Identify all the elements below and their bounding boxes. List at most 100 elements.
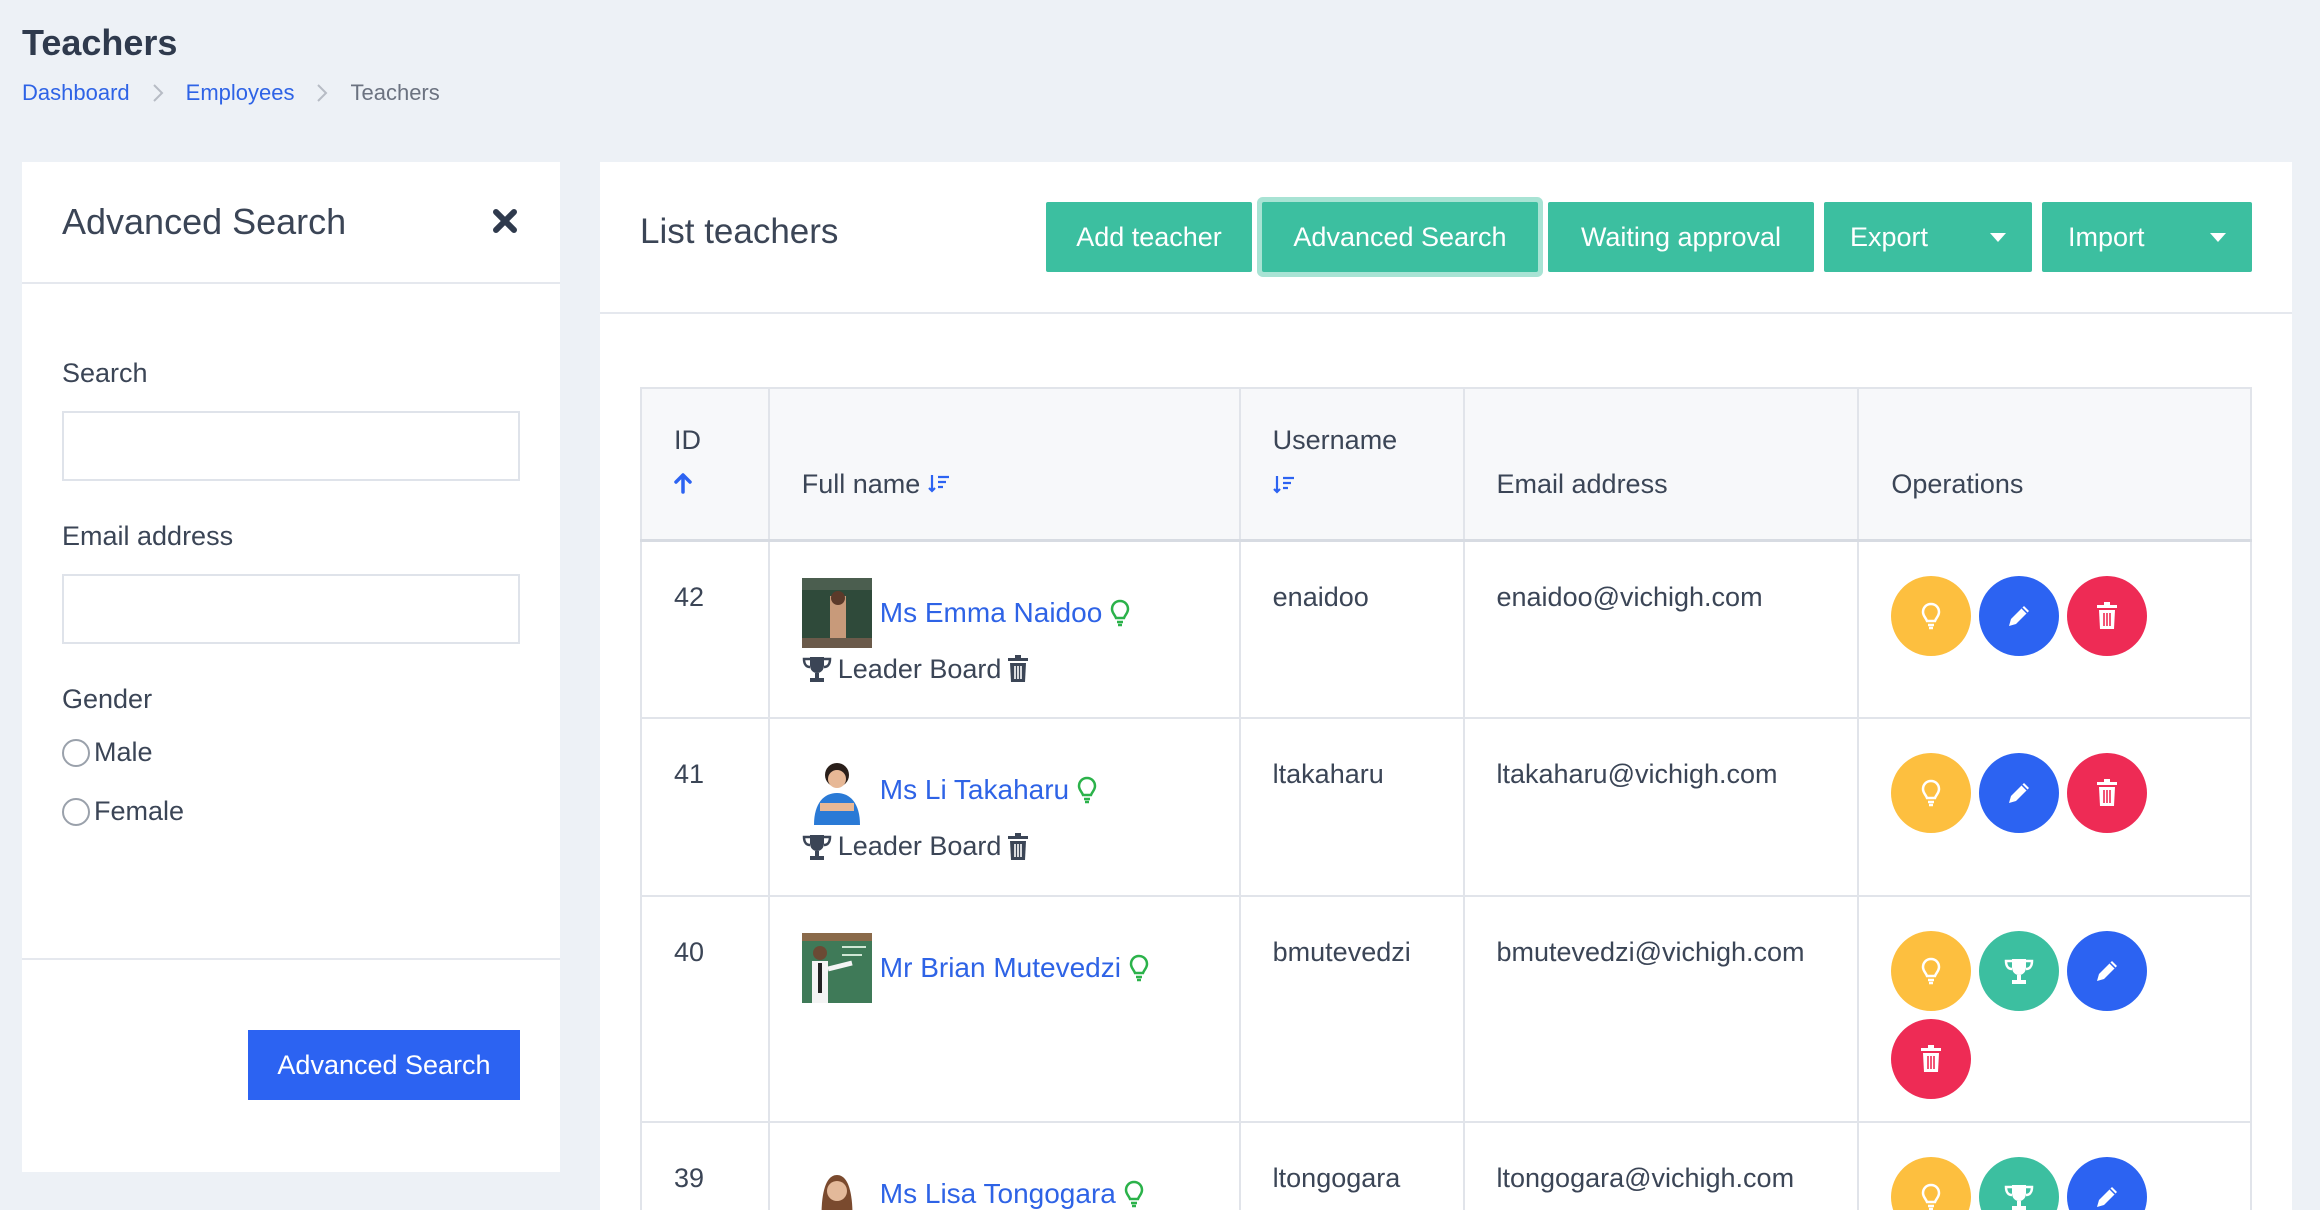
teachers-list-panel: List teachers Add teacher Advanced Searc… (600, 162, 2292, 1210)
edit-button[interactable] (1979, 753, 2060, 833)
operations-header-label: Operations (1891, 469, 2024, 499)
leader-board-button[interactable] (1979, 1157, 2060, 1210)
delete-button[interactable] (2067, 753, 2148, 833)
full-name-header-label: Full name (801, 469, 921, 499)
cell-username: ltongogara (1238, 1121, 1465, 1210)
search-input[interactable] (62, 411, 520, 481)
lightbulb-icon[interactable] (1124, 1180, 1144, 1208)
list-toolbar: Add teacher Advanced Search Waiting appr… (1046, 202, 2252, 272)
delete-button[interactable] (1891, 1019, 1972, 1099)
idea-button[interactable] (1891, 1157, 1972, 1210)
column-header-id[interactable]: ID (640, 387, 770, 542)
gender-label: Gender (62, 684, 153, 714)
cell-email: enaidoo@vichigh.com (1462, 539, 1860, 719)
leader-board-link[interactable]: Leader Board (838, 654, 1002, 685)
leader-board-button[interactable] (1979, 931, 2060, 1011)
cell-username: enaidoo (1238, 539, 1465, 719)
id-header-label: ID (674, 425, 701, 455)
full-name-header: Full name (802, 469, 1209, 500)
gender-female-label: Female (94, 796, 185, 826)
leader-board-link[interactable]: Leader Board (838, 831, 1002, 862)
caret-down-icon (1990, 232, 2006, 242)
trophy-icon[interactable] (802, 833, 832, 861)
avatar (801, 755, 872, 825)
sort-icon[interactable] (928, 469, 950, 499)
cell-full-name: Ms Emma Naidoo Leader Board (767, 539, 1241, 719)
idea-button[interactable] (1891, 753, 1972, 833)
lightbulb-icon[interactable] (1110, 599, 1130, 627)
cell-username: bmutevedzi (1238, 895, 1465, 1123)
lightbulb-icon[interactable] (1077, 776, 1097, 804)
gender-option-female[interactable]: Female (62, 796, 520, 827)
gender-option-male[interactable]: Male (62, 737, 520, 768)
edit-button[interactable] (2067, 1157, 2148, 1210)
cell-id: 40 (640, 895, 770, 1123)
lightbulb-icon[interactable] (1129, 954, 1149, 982)
cell-email: ltakaharu@vichigh.com (1462, 717, 1860, 897)
table-row: 39 Ms Lisa Tongogara ltongogara ltongoga… (640, 1121, 2252, 1210)
breadcrumb-teachers: Teachers (350, 80, 440, 105)
teacher-name-link[interactable]: Mr Brian Mutevedzi (880, 952, 1121, 984)
email-field[interactable] (62, 574, 520, 644)
idea-button[interactable] (1891, 575, 1972, 656)
column-header-email: Email address (1462, 387, 1860, 542)
close-icon[interactable] (492, 208, 520, 236)
trash-icon[interactable] (1007, 655, 1029, 683)
chevron-right-icon (152, 83, 164, 103)
import-dropdown-button[interactable]: Import (2042, 202, 2252, 272)
table-row: 40 Mr Brian Mutevedzi bmutevedzi bmuteve… (640, 895, 2252, 1123)
cell-email: ltongogara@vichigh.com (1462, 1121, 1860, 1210)
table-row: 41 Ms Li Takaharu Leader Board ltakaharu… (640, 717, 2252, 897)
chevron-right-icon (316, 83, 328, 103)
advanced-search-header: Advanced Search (22, 162, 560, 284)
username-header-label: Username (1272, 425, 1398, 455)
trophy-icon[interactable] (802, 655, 832, 683)
cell-full-name: Mr Brian Mutevedzi (767, 895, 1241, 1123)
trash-icon[interactable] (1007, 832, 1029, 861)
cell-full-name: Ms Li Takaharu Leader Board (767, 717, 1241, 897)
advanced-search-title: Advanced Search (62, 201, 347, 242)
advanced-search-toggle-button[interactable]: Advanced Search (1262, 202, 1538, 272)
teacher-name-link[interactable]: Ms Lisa Tongogara (880, 1178, 1116, 1210)
edit-button[interactable] (1979, 575, 2060, 656)
cell-operations (1857, 895, 2252, 1123)
import-label: Import (2068, 221, 2145, 252)
column-header-full-name[interactable]: Full name (767, 387, 1241, 542)
waiting-approval-button[interactable]: Waiting approval (1548, 202, 1814, 272)
gender-male-label: Male (94, 737, 153, 767)
radio-female[interactable] (62, 797, 90, 826)
page-title: Teachers (22, 22, 178, 63)
sort-asc-icon[interactable] (674, 470, 738, 501)
export-dropdown-button[interactable]: Export (1824, 202, 2032, 272)
table-row: 42 Ms Emma Naidoo Leader Board enaidoo e… (640, 539, 2252, 719)
edit-button[interactable] (2067, 931, 2148, 1011)
breadcrumb-employees[interactable]: Employees (186, 80, 295, 106)
cell-id: 39 (640, 1121, 770, 1210)
column-header-operations: Operations (1857, 387, 2252, 542)
teachers-table: ID Full name Username Email address Oper… (640, 387, 2252, 1210)
advanced-search-footer: Advanced Search (22, 958, 560, 1172)
avatar (801, 933, 872, 1003)
teacher-name-link[interactable]: Ms Emma Naidoo (880, 597, 1103, 629)
avatar (801, 577, 872, 648)
delete-button[interactable] (2067, 575, 2148, 656)
column-header-username[interactable]: Username (1238, 387, 1465, 542)
avatar (801, 1159, 872, 1210)
list-title: List teachers (640, 212, 839, 251)
idea-button[interactable] (1891, 931, 1972, 1011)
add-teacher-button[interactable]: Add teacher (1046, 202, 1252, 272)
advanced-search-panel: Advanced Search Search Email address Gen… (22, 162, 560, 1172)
breadcrumb: Dashboard Employees Teachers (22, 80, 440, 106)
breadcrumb-dashboard[interactable]: Dashboard (22, 80, 130, 106)
list-header: List teachers Add teacher Advanced Searc… (600, 162, 2292, 314)
radio-male[interactable] (62, 738, 90, 767)
caret-down-icon (2210, 232, 2226, 242)
cell-operations (1857, 539, 2252, 719)
advanced-search-submit-button[interactable]: Advanced Search (248, 1030, 520, 1100)
search-label: Search (62, 358, 148, 388)
cell-id: 41 (640, 717, 770, 897)
sort-icon[interactable] (1272, 470, 1433, 501)
cell-operations (1857, 717, 2252, 897)
cell-email: bmutevedzi@vichigh.com (1462, 895, 1860, 1123)
teacher-name-link[interactable]: Ms Li Takaharu (880, 774, 1069, 806)
